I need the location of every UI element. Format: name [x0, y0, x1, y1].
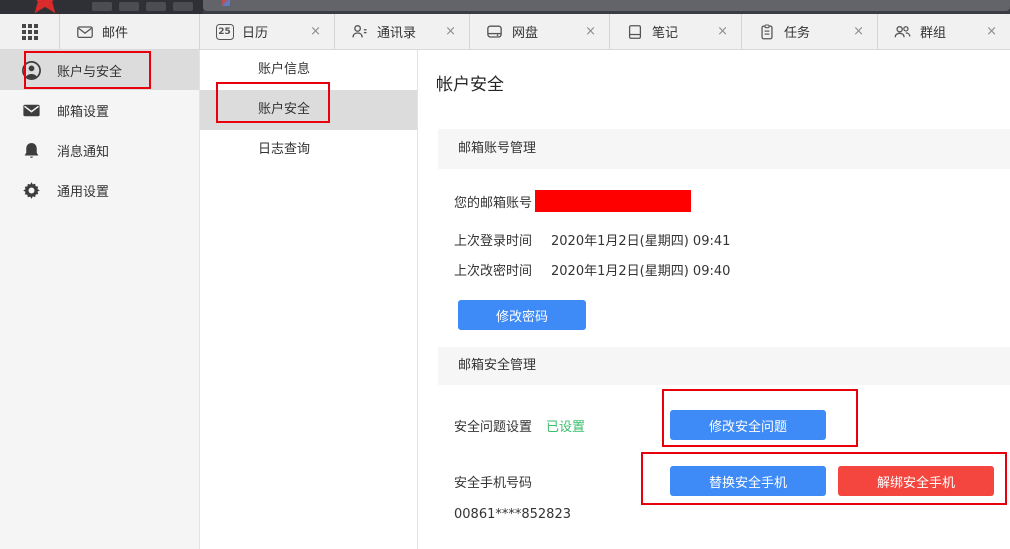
tab-notes[interactable]: 笔记 × — [610, 14, 742, 49]
sidebar-item-mailbox-settings[interactable]: 邮箱设置 — [0, 90, 199, 130]
logo-wordmark — [92, 2, 193, 11]
tab-tasks[interactable]: 任务 × — [742, 14, 878, 49]
mailbox-settings-icon — [21, 100, 42, 121]
tab-groups[interactable]: 群组 × — [878, 14, 1010, 49]
tab-label: 邮件 — [102, 22, 128, 41]
close-icon[interactable]: × — [986, 25, 997, 38]
close-icon[interactable]: × — [445, 25, 456, 38]
subnav-item-log-query[interactable]: 日志查询 — [200, 130, 417, 170]
tasks-icon — [757, 22, 776, 41]
security-phone-number: 00861****852823 — [454, 507, 571, 522]
brand-star-icon — [26, 0, 64, 14]
main-panel: 帐户安全 邮箱账号管理 您的邮箱账号 上次登录时间 2020年1月2日(星期四)… — [418, 50, 1010, 549]
sidebar-item-account-security[interactable]: 账户与安全 — [0, 50, 199, 90]
search-input[interactable] — [203, 0, 1010, 11]
sidebar-item-label: 消息通知 — [57, 141, 109, 160]
sidebar-item-label: 邮箱设置 — [57, 101, 109, 120]
modify-security-question-button[interactable]: 修改安全问题 — [670, 410, 826, 440]
grid-icon — [22, 24, 38, 40]
tab-label: 网盘 — [512, 22, 538, 41]
notes-icon — [625, 22, 644, 41]
security-phone-row: 安全手机号码 — [454, 466, 532, 496]
email-redaction-block — [535, 190, 691, 212]
last-login-label: 上次登录时间 — [454, 230, 532, 249]
security-phone-label: 安全手机号码 — [454, 472, 532, 491]
mail-icon — [75, 22, 94, 41]
tab-mail[interactable]: 邮件 — [60, 14, 200, 49]
security-question-status: 已设置 — [546, 416, 585, 435]
subnav-item-account-security[interactable]: 账户安全 — [200, 90, 417, 130]
tab-drive[interactable]: 网盘 × — [470, 14, 610, 49]
groups-icon — [893, 22, 912, 41]
close-icon[interactable]: × — [853, 25, 864, 38]
section-header-account: 邮箱账号管理 — [438, 129, 1010, 169]
tab-label: 通讯录 — [377, 22, 416, 41]
email-account-row: 您的邮箱账号 — [454, 188, 691, 214]
top-header-bar — [0, 0, 1010, 14]
calendar-icon: 25 — [215, 22, 234, 41]
email-label: 您的邮箱账号 — [454, 192, 532, 211]
security-question-row: 安全问题设置 已设置 — [454, 410, 585, 440]
settings-sidebar: 账户与安全 邮箱设置 消息通知 通用设置 — [0, 50, 200, 549]
security-question-label: 安全问题设置 — [454, 416, 532, 435]
subnav-item-account-info[interactable]: 账户信息 — [200, 50, 417, 90]
sidebar-item-label: 通用设置 — [57, 181, 109, 200]
tab-label: 任务 — [784, 22, 810, 41]
logo-segment — [0, 0, 203, 14]
security-subnav: 账户信息 账户安全 日志查询 — [200, 50, 418, 549]
sidebar-item-general-settings[interactable]: 通用设置 — [0, 170, 199, 210]
close-icon[interactable]: × — [717, 25, 728, 38]
tab-bar: 邮件 25 日历 × 通讯录 × 网盘 × 笔 — [0, 14, 1010, 50]
replace-security-phone-button[interactable]: 替换安全手机 — [670, 466, 826, 496]
last-password-change-row: 上次改密时间 2020年1月2日(星期四) 09:40 — [454, 260, 730, 279]
app-window: 邮件 25 日历 × 通讯录 × 网盘 × 笔 — [0, 0, 1010, 549]
tab-label: 笔记 — [652, 22, 678, 41]
unbind-security-phone-button[interactable]: 解绑安全手机 — [838, 466, 994, 496]
tab-label: 日历 — [242, 22, 268, 41]
change-password-button[interactable]: 修改密码 — [458, 300, 586, 330]
tab-contacts[interactable]: 通讯录 × — [335, 14, 470, 49]
drive-icon — [485, 22, 504, 41]
section-header-security: 邮箱安全管理 — [438, 347, 1010, 385]
account-icon — [21, 60, 42, 81]
page-title: 帐户安全 — [436, 70, 504, 95]
general-settings-icon — [21, 180, 42, 201]
last-password-change-label: 上次改密时间 — [454, 260, 532, 279]
last-login-row: 上次登录时间 2020年1月2日(星期四) 09:41 — [454, 230, 730, 249]
body-area: 账户与安全 邮箱设置 消息通知 通用设置 — [0, 50, 1010, 549]
close-icon[interactable]: × — [585, 25, 596, 38]
tab-label: 群组 — [920, 22, 946, 41]
last-login-value: 2020年1月2日(星期四) 09:41 — [551, 230, 730, 249]
sidebar-item-notifications[interactable]: 消息通知 — [0, 130, 199, 170]
search-icon — [222, 0, 230, 6]
sidebar-item-label: 账户与安全 — [57, 61, 122, 80]
last-password-change-value: 2020年1月2日(星期四) 09:40 — [551, 260, 730, 279]
notification-icon — [21, 140, 42, 161]
close-icon[interactable]: × — [310, 25, 321, 38]
tab-calendar[interactable]: 25 日历 × — [200, 14, 335, 49]
contacts-icon — [350, 22, 369, 41]
app-grid-button[interactable] — [0, 14, 60, 49]
